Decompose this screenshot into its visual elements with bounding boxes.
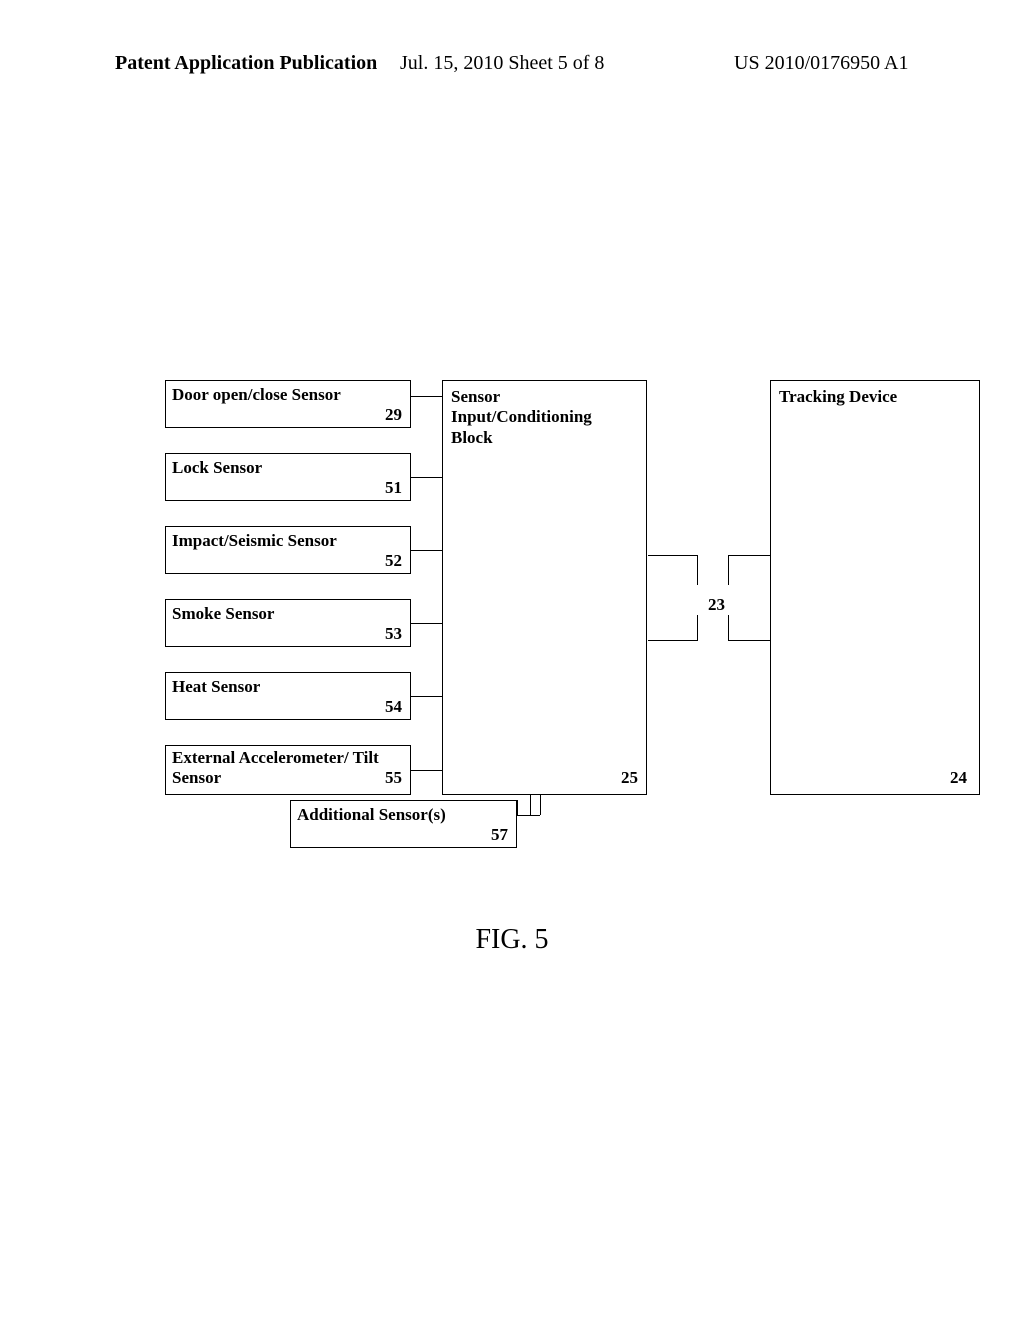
figure-label: FIG. 5 [0, 924, 1024, 956]
connector-line [411, 696, 442, 697]
header-center: Jul. 15, 2010 Sheet 5 of 8 [400, 52, 604, 75]
sensor-impact-seismic: Impact/Seismic Sensor 52 [165, 526, 411, 574]
bus-line [648, 555, 698, 556]
sensor-door-open-close: Door open/close Sensor 29 [165, 380, 411, 428]
connector-line [411, 477, 442, 478]
bus-line [728, 555, 729, 585]
ref-num: 57 [491, 825, 508, 845]
track-label: Tracking Device [779, 387, 897, 406]
bus-line [697, 555, 698, 585]
bus-line [648, 640, 698, 641]
ref-num: 24 [950, 768, 967, 788]
connector-line [411, 623, 442, 624]
cond-label: Sensor Input/Conditioning Block [451, 387, 611, 448]
bus-line [728, 640, 770, 641]
sensor-label: Heat Sensor [172, 677, 260, 697]
bus-ref-num: 23 [708, 595, 725, 615]
header-right: US 2010/0176950 A1 [734, 52, 908, 75]
sensor-label: Impact/Seismic Sensor [172, 531, 337, 551]
sensor-label: External Accelerometer/ Tilt Sensor [172, 748, 410, 789]
sensor-label: Smoke Sensor [172, 604, 274, 624]
tracking-device-block: Tracking Device 24 [770, 380, 980, 795]
sensor-additional: Additional Sensor(s) 57 [290, 800, 517, 848]
sensor-label: Door open/close Sensor [172, 385, 341, 405]
ref-num: 25 [621, 768, 638, 788]
sensor-label: Lock Sensor [172, 458, 262, 478]
sensor-smoke: Smoke Sensor 53 [165, 599, 411, 647]
bus-line [697, 615, 698, 641]
ref-num: 55 [385, 768, 402, 788]
connector-line [517, 800, 518, 815]
ref-num: 53 [385, 624, 402, 644]
header-left: Patent Application Publication [115, 52, 377, 75]
connector-line [530, 795, 531, 815]
bus-line [728, 555, 770, 556]
ref-num: 51 [385, 478, 402, 498]
ref-num: 52 [385, 551, 402, 571]
sensor-accelerometer-tilt: External Accelerometer/ Tilt Sensor 55 [165, 745, 411, 795]
sensor-label: Additional Sensor(s) [297, 805, 446, 825]
ref-num: 54 [385, 697, 402, 717]
connector-line [540, 795, 541, 815]
connector-line [411, 550, 442, 551]
sensor-lock: Lock Sensor 51 [165, 453, 411, 501]
connector-line [517, 815, 531, 816]
sensor-heat: Heat Sensor 54 [165, 672, 411, 720]
connector-line [411, 396, 442, 397]
ref-num: 29 [385, 405, 402, 425]
sensor-input-conditioning-block: Sensor Input/Conditioning Block 25 [442, 380, 647, 795]
bus-line [728, 615, 729, 641]
connector-line [411, 770, 442, 771]
block-diagram: Door open/close Sensor 29 Lock Sensor 51… [0, 380, 1024, 980]
